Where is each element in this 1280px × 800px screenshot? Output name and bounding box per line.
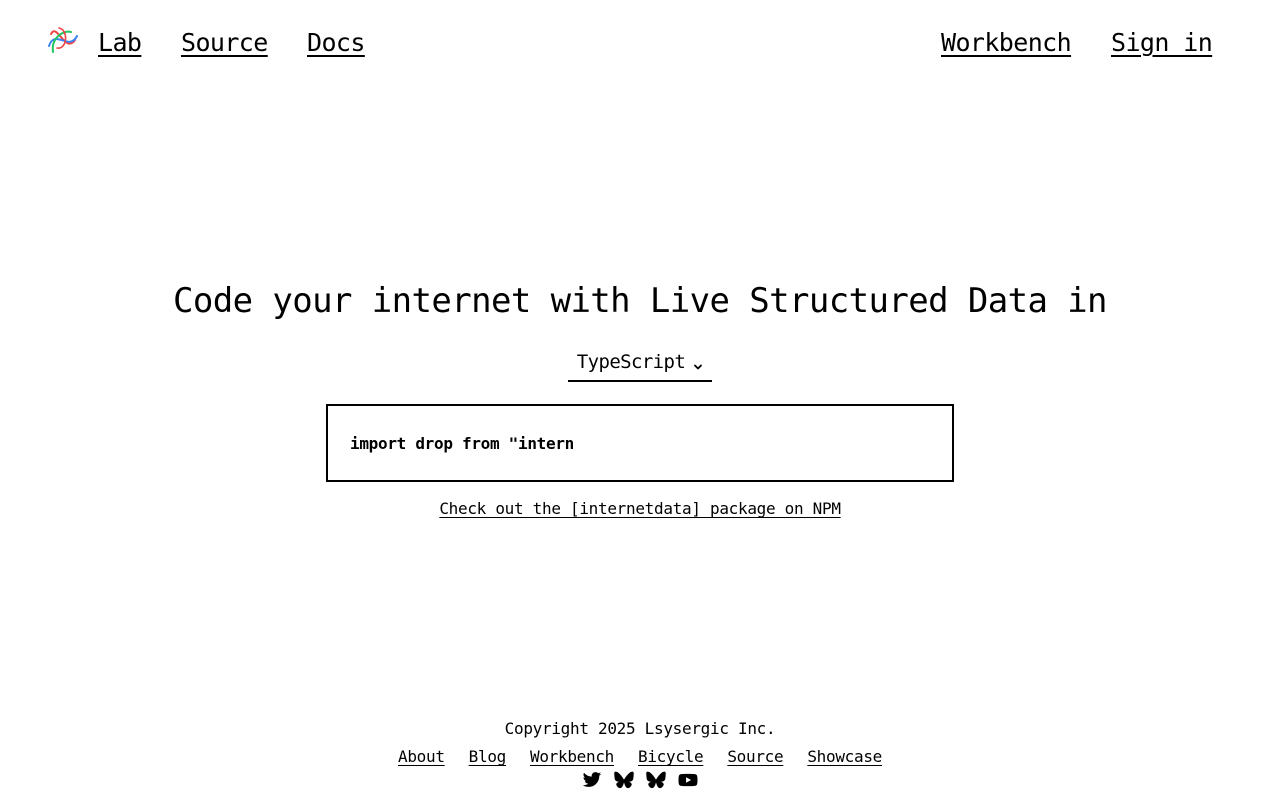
code-snippet-box[interactable]: import drop from "intern: [326, 404, 954, 482]
nav-link-source[interactable]: Source: [181, 27, 268, 59]
logo-icon[interactable]: [47, 24, 79, 56]
footer-link-about[interactable]: About: [398, 746, 445, 768]
hero-title: Code your internet with Live Structured …: [173, 281, 1107, 321]
youtube-icon[interactable]: [678, 770, 698, 790]
npm-package-link[interactable]: Check out the [internetdata] package on …: [439, 499, 841, 518]
footer-link-bicycle[interactable]: Bicycle: [638, 746, 704, 768]
sign-in-link[interactable]: Sign in: [1111, 27, 1213, 59]
code-snippet-text: import drop from "intern: [350, 433, 574, 453]
social-links: [0, 770, 1280, 790]
footer-link-workbench[interactable]: Workbench: [530, 746, 614, 768]
npm-package-link-row: Check out the [internetdata] package on …: [0, 498, 1280, 520]
chevron-down-icon: [693, 357, 703, 370]
bluesky-icon[interactable]: [614, 770, 634, 790]
footer-links: About Blog Workbench Bicycle Source Show…: [0, 746, 1280, 768]
twitter-icon[interactable]: [582, 770, 602, 790]
language-select[interactable]: TypeScript: [568, 344, 712, 382]
nav-link-docs[interactable]: Docs: [307, 27, 365, 59]
nav-link-workbench[interactable]: Workbench: [941, 27, 1072, 59]
footer-link-source[interactable]: Source: [727, 746, 783, 768]
nav-link-lab[interactable]: Lab: [98, 27, 142, 59]
copyright-text: Copyright 2025 Lsysergic Inc.: [504, 719, 776, 738]
site-header: Lab Source Docs Workbench Sign in: [0, 0, 1280, 86]
language-select-value: TypeScript: [576, 351, 686, 373]
bluesky-icon[interactable]: [646, 770, 666, 790]
footer-link-showcase[interactable]: Showcase: [807, 746, 882, 768]
footer-link-blog[interactable]: Blog: [469, 746, 507, 768]
page: Lab Source Docs Workbench Sign in Code y…: [0, 0, 1280, 800]
